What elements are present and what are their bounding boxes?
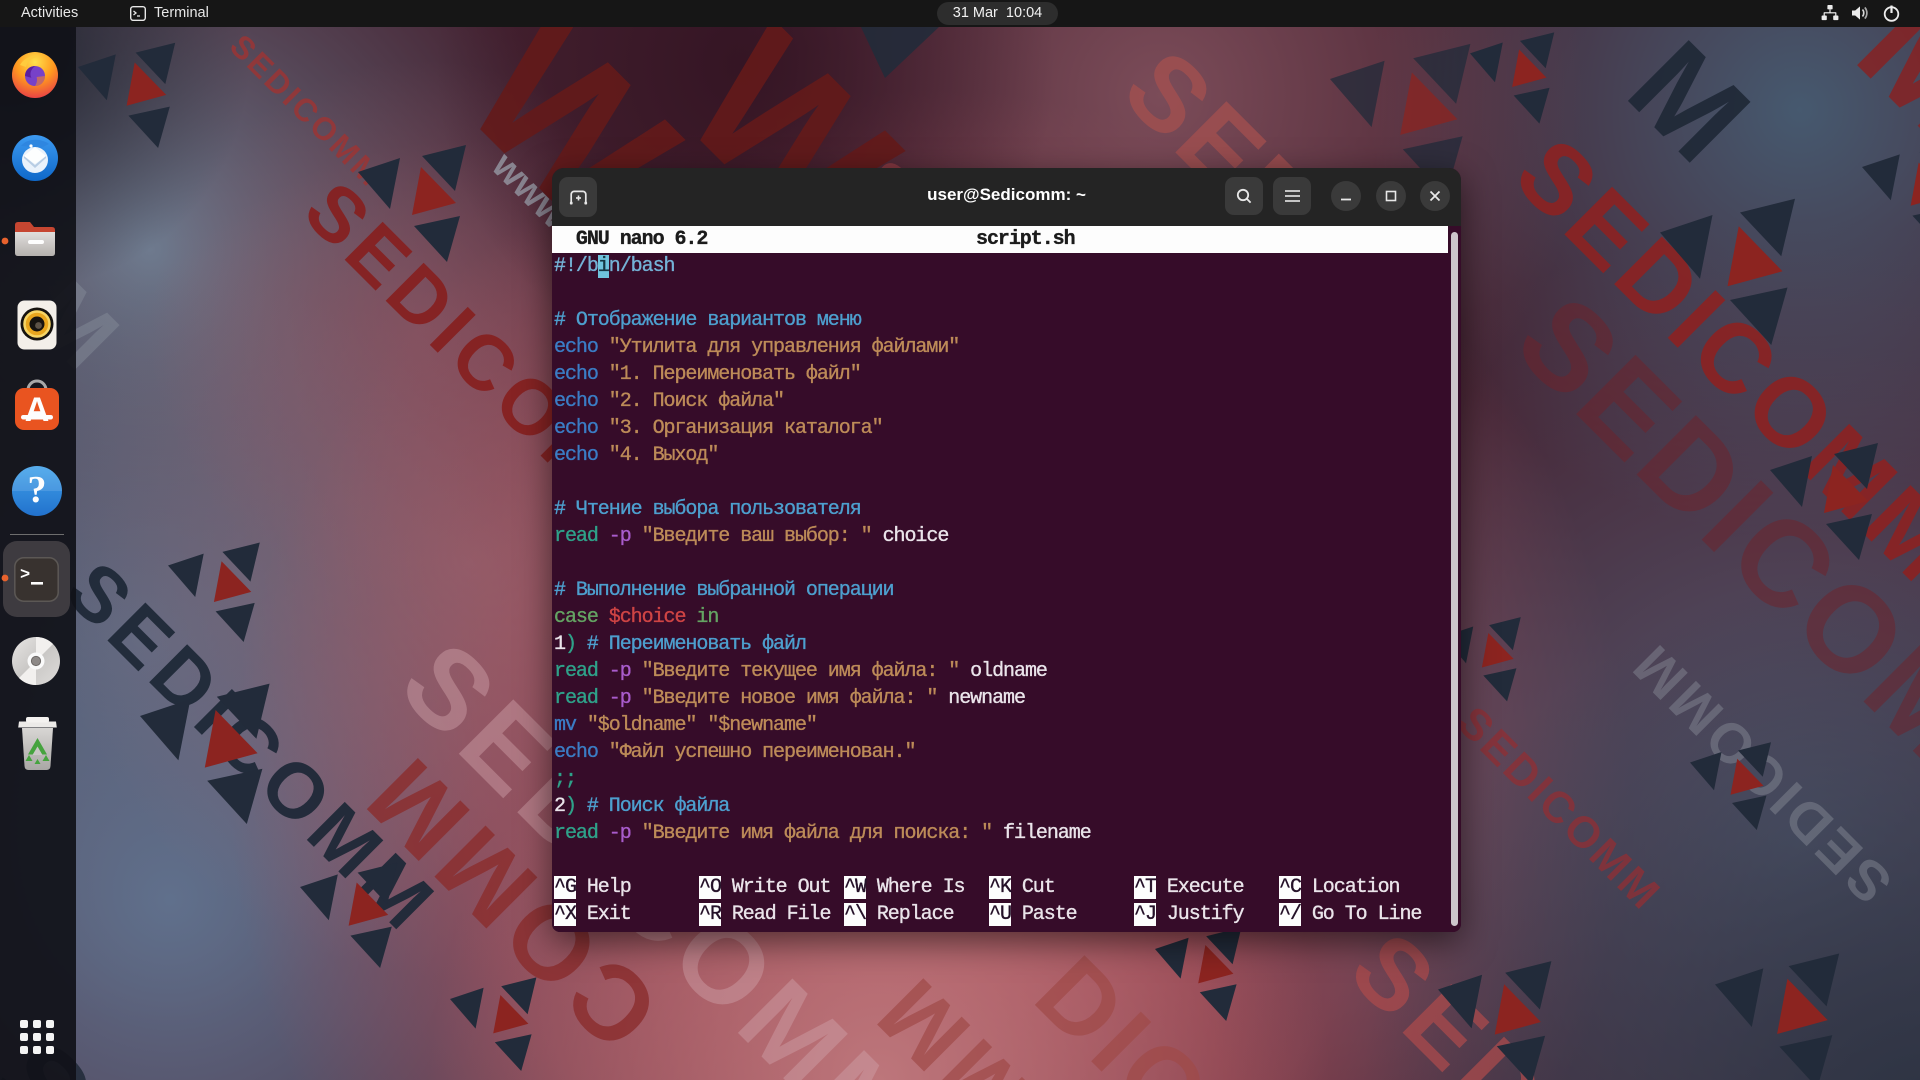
svg-text:?: ? (28, 469, 47, 511)
svg-text:A: A (25, 391, 50, 429)
svg-text:>: > (20, 566, 30, 585)
